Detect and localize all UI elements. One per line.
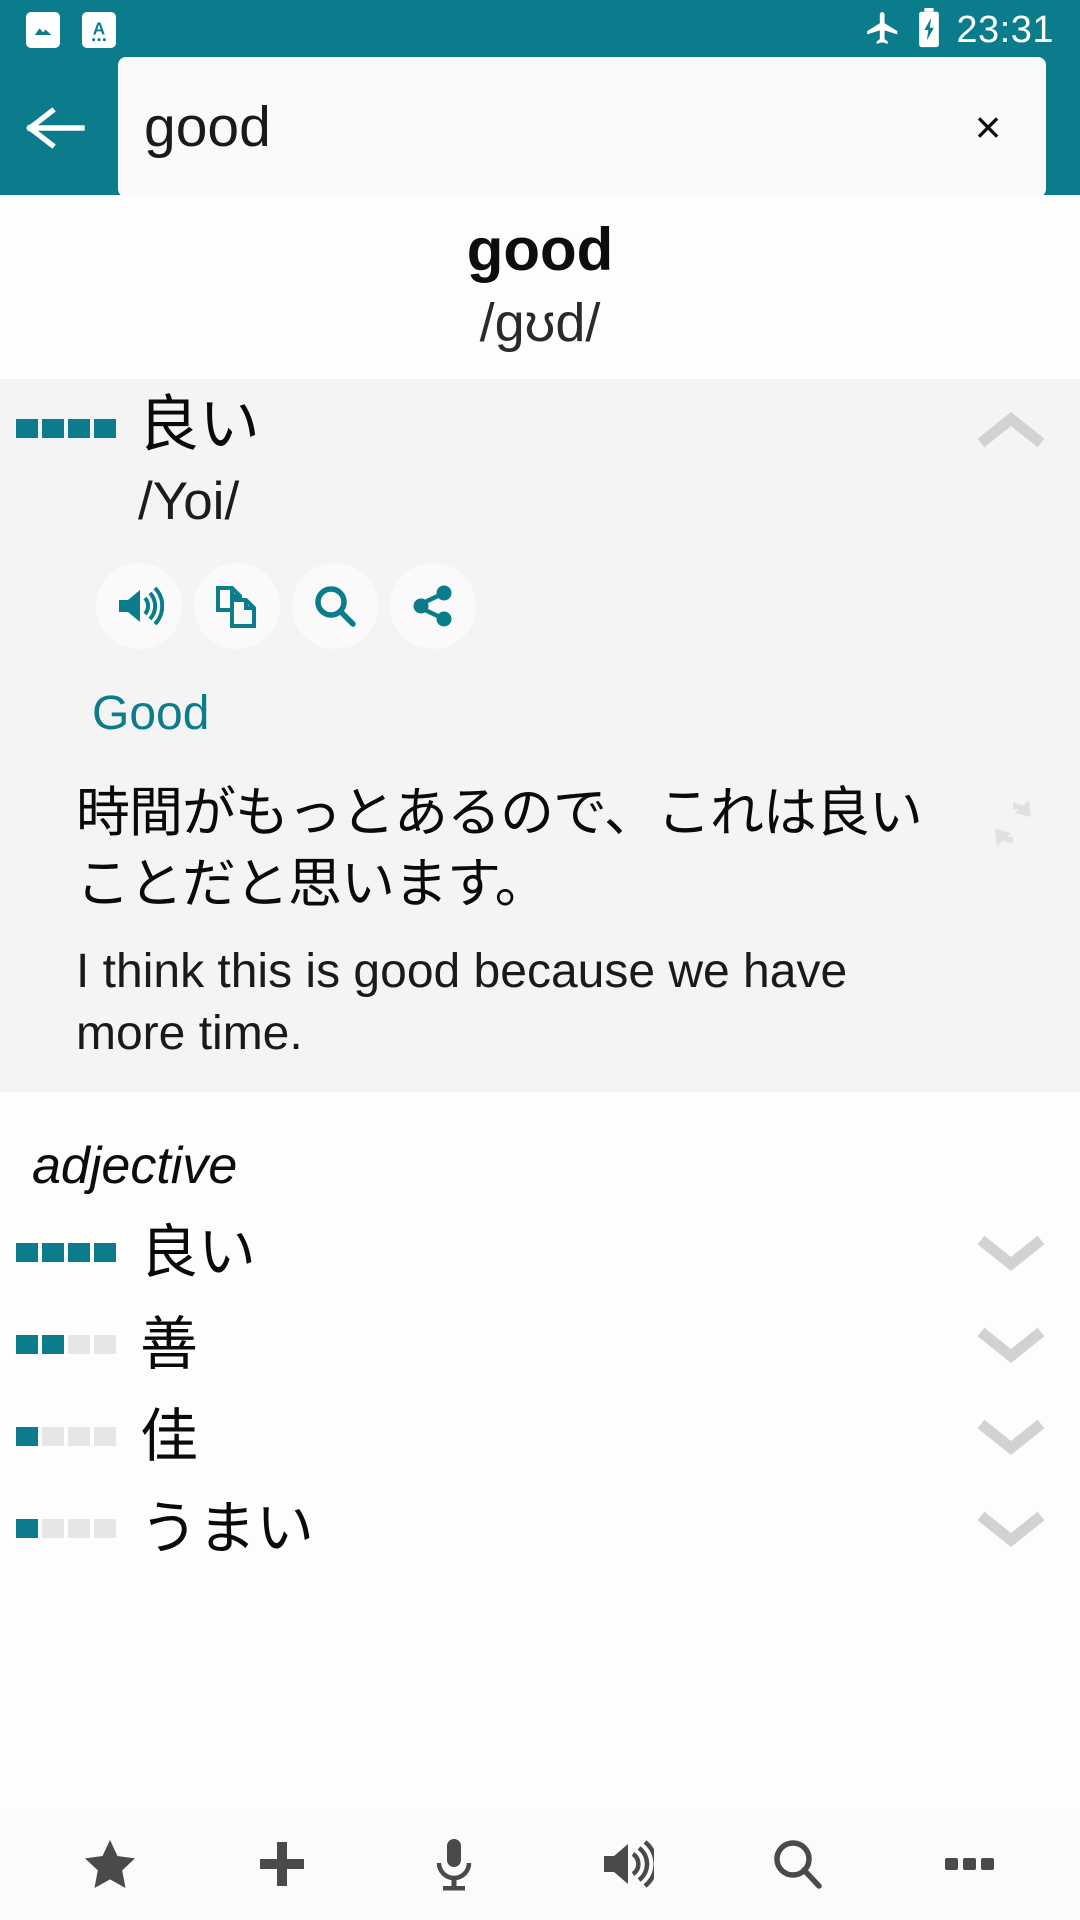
sense-list-item-term: 佳 — [140, 1402, 199, 1471]
expand-sense-button[interactable] — [968, 1504, 1054, 1552]
headword: good — [466, 216, 614, 283]
status-bar-notifications: A — [26, 12, 116, 48]
refresh-icon — [995, 799, 1031, 846]
bottom-toolbar — [0, 1808, 1080, 1920]
voice-input-button[interactable] — [404, 1814, 504, 1914]
rating-segment — [42, 1334, 64, 1354]
share-icon — [413, 585, 452, 627]
sense-list: 良い善佳うまい — [0, 1206, 1080, 1575]
frequency-rating — [16, 1518, 116, 1538]
sense-action-row — [0, 563, 1080, 650]
rating-segment — [68, 1426, 90, 1446]
frequency-rating — [16, 1426, 116, 1446]
rating-segment — [16, 419, 38, 439]
headword-block: good /ɡʊd/ — [0, 195, 1080, 380]
frequency-rating — [16, 1242, 116, 1262]
search-icon — [774, 1840, 822, 1889]
svg-text:A: A — [93, 18, 105, 38]
search-icon — [315, 586, 356, 627]
chevron-down-icon — [977, 1511, 1045, 1548]
rating-segment — [16, 1334, 38, 1354]
rating-segment — [68, 1242, 90, 1262]
refresh-example-button[interactable] — [968, 777, 1058, 851]
rating-segment — [16, 1242, 38, 1262]
rating-segment — [42, 1242, 64, 1262]
expanded-sense-header[interactable]: 良い /Yoi/ — [0, 389, 1080, 533]
frequency-rating — [16, 1334, 116, 1354]
image-icon — [26, 12, 60, 48]
add-plus-icon — [260, 1842, 304, 1886]
expanded-sense-card: 良い /Yoi/ Good 時間がもっとあるので、これは良いことだと思います。 … — [0, 379, 1080, 1093]
search-term-button[interactable] — [292, 563, 378, 650]
app-root: A 23:31 good × good /ɡʊd/ 良い /Yoi/ Good … — [0, 0, 1080, 1920]
favorite-button[interactable] — [60, 1814, 160, 1914]
search-input[interactable] — [144, 93, 960, 160]
rating-segment — [94, 1426, 116, 1446]
sense-definition: Good — [92, 687, 210, 741]
add-button[interactable] — [232, 1814, 332, 1914]
example-texts: 時間がもっとあるので、これは良いことだと思います。 I think this i… — [76, 777, 968, 1064]
favorite-star-icon — [85, 1840, 135, 1888]
speak-icon — [119, 586, 164, 626]
status-bar-system: 23:31 — [864, 7, 1054, 53]
rating-segment — [16, 1518, 38, 1538]
speak-button-bottom[interactable] — [576, 1814, 676, 1914]
rating-segment — [94, 1242, 116, 1262]
chevron-down-icon — [977, 1235, 1045, 1272]
expand-sense-button[interactable] — [968, 1228, 1054, 1276]
speak-button[interactable] — [96, 563, 182, 650]
microphone-icon — [436, 1839, 472, 1891]
sense-list-item[interactable]: 佳 — [0, 1390, 1080, 1483]
copy-button[interactable] — [194, 563, 280, 650]
expand-sense-button[interactable] — [968, 1412, 1054, 1460]
speaker-icon — [604, 1840, 654, 1888]
more-overflow-icon — [945, 1858, 994, 1870]
back-button[interactable] — [18, 89, 96, 167]
clear-search-button[interactable]: × — [960, 99, 1016, 155]
airplane-icon — [864, 9, 902, 52]
sense-term: 良い — [138, 389, 261, 461]
sense-reading: /Yoi/ — [138, 471, 240, 531]
rating-segment — [68, 1518, 90, 1538]
rating-segment — [42, 1426, 64, 1446]
search-field-container[interactable]: × — [118, 56, 1046, 197]
status-bar-clock: 23:31 — [956, 9, 1054, 51]
rating-segment — [16, 1426, 38, 1446]
expand-sense-button[interactable] — [968, 1320, 1054, 1368]
example-translation-text: I think this is good because we have mor… — [76, 945, 848, 1060]
rating-segment — [42, 1518, 64, 1538]
sense-list-item-term: 良い — [140, 1218, 257, 1287]
collapse-sense-button[interactable] — [968, 391, 1054, 455]
sense-term-wrap: 良い /Yoi/ — [138, 389, 968, 533]
frequency-rating — [16, 419, 116, 439]
rating-segment — [94, 1518, 116, 1538]
entry-content-scroll[interactable]: good /ɡʊd/ 良い /Yoi/ Good 時間がもっとあるので、これは良… — [0, 195, 1080, 1808]
battery-charging-icon — [916, 7, 942, 53]
share-button[interactable] — [390, 563, 476, 650]
sense-list-item-term: うまい — [140, 1494, 315, 1563]
translate-a-icon: A — [82, 12, 116, 48]
sense-list-item-term: 善 — [140, 1310, 199, 1379]
sense-list-item[interactable]: 善 — [0, 1298, 1080, 1391]
rating-segment — [68, 1334, 90, 1354]
sense-list-item[interactable]: うまい — [0, 1482, 1080, 1575]
rating-segment — [68, 419, 90, 439]
part-of-speech-label: adjective — [0, 1092, 1080, 1207]
copy-icon — [216, 586, 256, 629]
rating-segment — [94, 1334, 116, 1354]
search-button-bottom[interactable] — [748, 1814, 848, 1914]
sense-list-item[interactable]: 良い — [0, 1206, 1080, 1299]
example-block: 時間がもっとあるので、これは良いことだと思います。 I think this i… — [0, 777, 1080, 1064]
example-source-text: 時間がもっとあるので、これは良いことだと思います。 — [76, 780, 923, 916]
phonetic-transcription: /ɡʊd/ — [479, 292, 601, 353]
rating-segment — [94, 419, 116, 439]
rating-segment — [42, 419, 64, 439]
search-header: × — [0, 56, 1080, 197]
chevron-down-icon — [977, 1327, 1045, 1364]
chevron-up-icon — [977, 412, 1045, 448]
status-bar: A 23:31 — [0, 0, 1080, 60]
chevron-down-icon — [977, 1419, 1045, 1456]
more-options-button[interactable] — [920, 1814, 1020, 1914]
